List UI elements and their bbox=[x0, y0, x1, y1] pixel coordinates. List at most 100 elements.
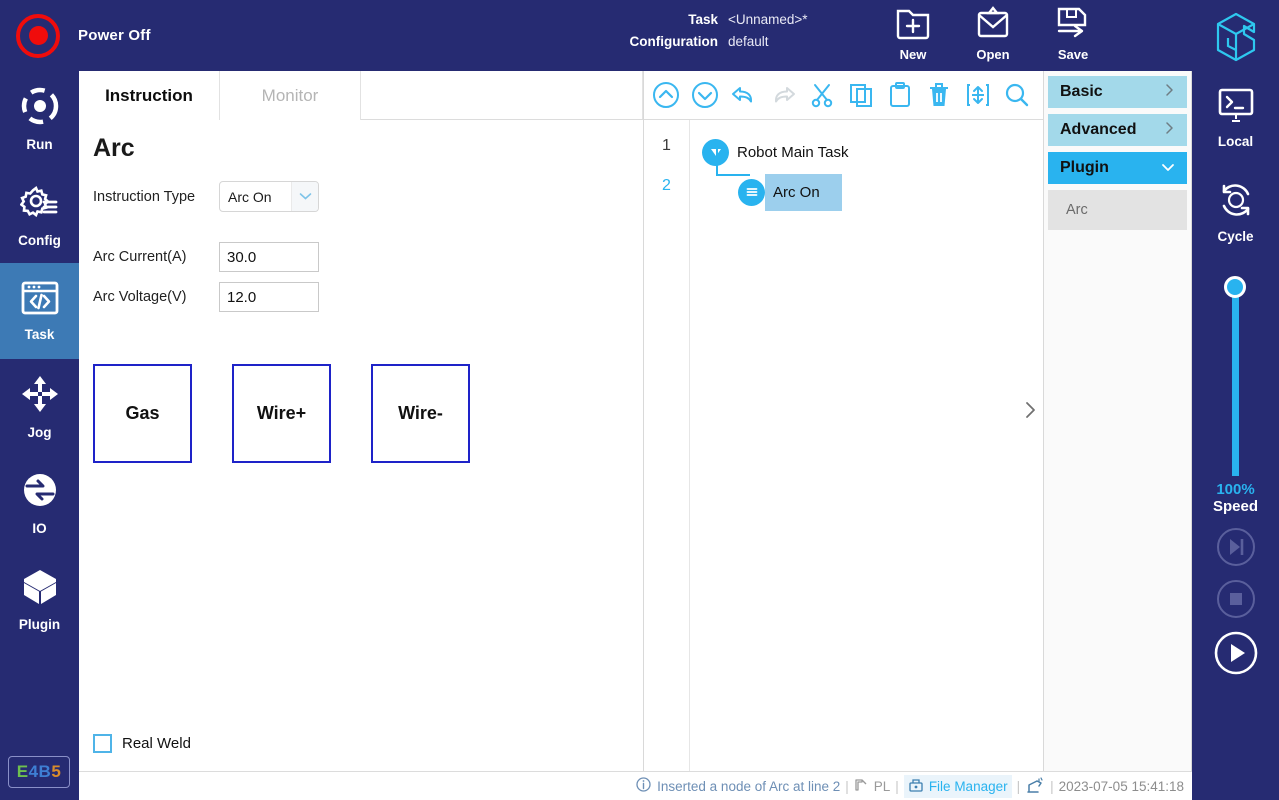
sidebar-item-jog[interactable]: Jog bbox=[0, 359, 79, 455]
open-folder-icon bbox=[975, 6, 1011, 45]
undo-icon[interactable] bbox=[726, 77, 762, 113]
sidebar-item-config[interactable]: Config bbox=[0, 167, 79, 263]
file-manager-label: File Manager bbox=[928, 778, 1008, 794]
sidebar-item-io[interactable]: IO bbox=[0, 455, 79, 551]
gas-button[interactable]: Gas bbox=[93, 364, 192, 463]
tab-monitor[interactable]: Monitor bbox=[220, 71, 361, 120]
task-row: Task <Unnamed>* bbox=[618, 9, 808, 31]
category-basic-label: Basic bbox=[1060, 83, 1103, 100]
new-button[interactable]: New bbox=[884, 6, 942, 62]
speed-readout: 100% Speed bbox=[1192, 481, 1279, 515]
cut-icon[interactable] bbox=[804, 77, 840, 113]
open-button[interactable]: Open bbox=[964, 6, 1022, 62]
copy-icon[interactable] bbox=[843, 77, 879, 113]
speed-slider-knob[interactable] bbox=[1224, 276, 1246, 298]
field-arc-current-label: Arc Current(A) bbox=[93, 249, 187, 265]
task-info: Task <Unnamed>* Configuration default bbox=[618, 9, 808, 53]
field-instruction-type: Instruction Type Arc On bbox=[93, 181, 629, 212]
paste-icon[interactable] bbox=[882, 77, 918, 113]
status-separator-2: | bbox=[895, 778, 899, 794]
stop-button[interactable] bbox=[1192, 578, 1279, 620]
configuration-value: default bbox=[728, 34, 769, 49]
sidebar-item-config-label: Config bbox=[18, 233, 61, 248]
field-arc-voltage: Arc Voltage(V) bbox=[93, 282, 629, 312]
search-icon[interactable] bbox=[999, 77, 1035, 113]
save-button-label: Save bbox=[1057, 47, 1089, 62]
real-weld-checkbox-row[interactable]: Real Weld bbox=[93, 734, 191, 753]
tree-node-root-label: Robot Main Task bbox=[737, 143, 849, 161]
real-weld-checkbox[interactable] bbox=[93, 734, 112, 753]
new-button-label: New bbox=[899, 47, 927, 62]
speed-slider-track[interactable] bbox=[1232, 286, 1239, 476]
status-message: Inserted a node of Arc at line 2 bbox=[636, 777, 840, 795]
weld-action-buttons: Gas Wire+ Wire- bbox=[93, 364, 629, 463]
category-advanced[interactable]: Advanced bbox=[1048, 114, 1187, 146]
arc-voltage-input[interactable] bbox=[219, 282, 319, 312]
step-forward-button[interactable] bbox=[1192, 526, 1279, 568]
tab-instruction[interactable]: Instruction bbox=[79, 71, 220, 120]
power-control[interactable]: Power Off bbox=[16, 13, 151, 58]
rail-item-local[interactable]: Local bbox=[1192, 71, 1279, 165]
tree-node-arc-on-label: Arc On bbox=[765, 173, 842, 211]
category-basic[interactable]: Basic bbox=[1048, 76, 1187, 108]
wire-forward-button[interactable]: Wire+ bbox=[232, 364, 331, 463]
rail-item-cycle[interactable]: Cycle bbox=[1192, 165, 1279, 259]
configuration-key-label: Configuration bbox=[629, 34, 718, 49]
open-button-label: Open bbox=[976, 47, 1010, 62]
line-number-1: 1 bbox=[662, 137, 671, 154]
power-status-label: Power Off bbox=[78, 27, 151, 44]
chevron-right-icon bbox=[1165, 121, 1175, 139]
code-task-icon bbox=[20, 280, 60, 321]
task-tree-canvas: Robot Main Task Arc On bbox=[690, 120, 1043, 800]
device-badge-char-4: 5 bbox=[51, 762, 62, 781]
status-separator-1: | bbox=[845, 778, 849, 794]
save-button[interactable]: Save bbox=[1044, 6, 1102, 62]
speed-slider[interactable] bbox=[1224, 276, 1246, 476]
app-header: Power Off Task <Unnamed>* Configuration … bbox=[0, 0, 1279, 71]
insert-icon[interactable] bbox=[960, 77, 996, 113]
device-badge-char-3: B bbox=[38, 762, 52, 781]
device-badge-char-2: 4 bbox=[28, 762, 39, 781]
sidebar-item-task[interactable]: Task bbox=[0, 263, 79, 359]
sidebar-item-plugin-label: Plugin bbox=[18, 617, 61, 632]
status-pl-indicator[interactable]: PL bbox=[854, 777, 890, 796]
rail-item-local-label: Local bbox=[1217, 134, 1254, 149]
power-button[interactable] bbox=[16, 13, 60, 58]
real-weld-label: Real Weld bbox=[122, 735, 191, 752]
rail-item-cycle-label: Cycle bbox=[1217, 229, 1254, 244]
move-down-icon[interactable] bbox=[687, 77, 723, 113]
panel-collapse-handle[interactable] bbox=[1016, 395, 1044, 429]
category-plugin[interactable]: Plugin bbox=[1048, 152, 1187, 184]
status-message-text: Inserted a node of Arc at line 2 bbox=[657, 778, 841, 794]
usb-drive-icon bbox=[908, 777, 924, 796]
gear-config-icon bbox=[19, 182, 60, 227]
tree-node-arc-on[interactable]: Arc On bbox=[690, 172, 1043, 212]
app-root: Power Off Task <Unnamed>* Configuration … bbox=[0, 0, 1279, 800]
arc-current-input[interactable] bbox=[219, 242, 319, 272]
chevron-down-icon bbox=[291, 182, 318, 211]
robot-status-icon[interactable] bbox=[1025, 777, 1045, 795]
right-control-rail: Local Cycle 100% Speed bbox=[1192, 71, 1279, 800]
play-button[interactable] bbox=[1192, 630, 1279, 676]
field-instruction-type-label: Instruction Type bbox=[93, 188, 196, 205]
field-arc-voltage-label: Arc Voltage(V) bbox=[93, 289, 187, 305]
delete-icon[interactable] bbox=[921, 77, 957, 113]
brand-logo-icon[interactable] bbox=[1208, 8, 1264, 69]
cycle-arrows-icon bbox=[1216, 180, 1256, 225]
instruction-library-panel: Basic Advanced Plugin Arc bbox=[1044, 71, 1192, 771]
task-name-value: <Unnamed>* bbox=[728, 12, 808, 27]
sidebar-item-plugin[interactable]: Plugin bbox=[0, 551, 79, 647]
plugin-item-arc[interactable]: Arc bbox=[1048, 190, 1187, 230]
status-separator-4: | bbox=[1050, 778, 1054, 794]
task-key-label: Task bbox=[688, 12, 718, 27]
speed-percent-value: 100% bbox=[1216, 481, 1255, 498]
playback-controls bbox=[1192, 526, 1279, 686]
instruction-type-select[interactable]: Arc On bbox=[219, 181, 319, 212]
chevron-down-icon bbox=[1161, 160, 1175, 177]
sidebar-item-run[interactable]: Run bbox=[0, 71, 79, 167]
file-manager-button[interactable]: File Manager bbox=[903, 774, 1012, 798]
instruction-lines-icon[interactable] bbox=[738, 178, 765, 206]
speed-label: Speed bbox=[1212, 498, 1258, 515]
move-up-icon[interactable] bbox=[648, 77, 684, 113]
wire-reverse-button[interactable]: Wire- bbox=[371, 364, 470, 463]
